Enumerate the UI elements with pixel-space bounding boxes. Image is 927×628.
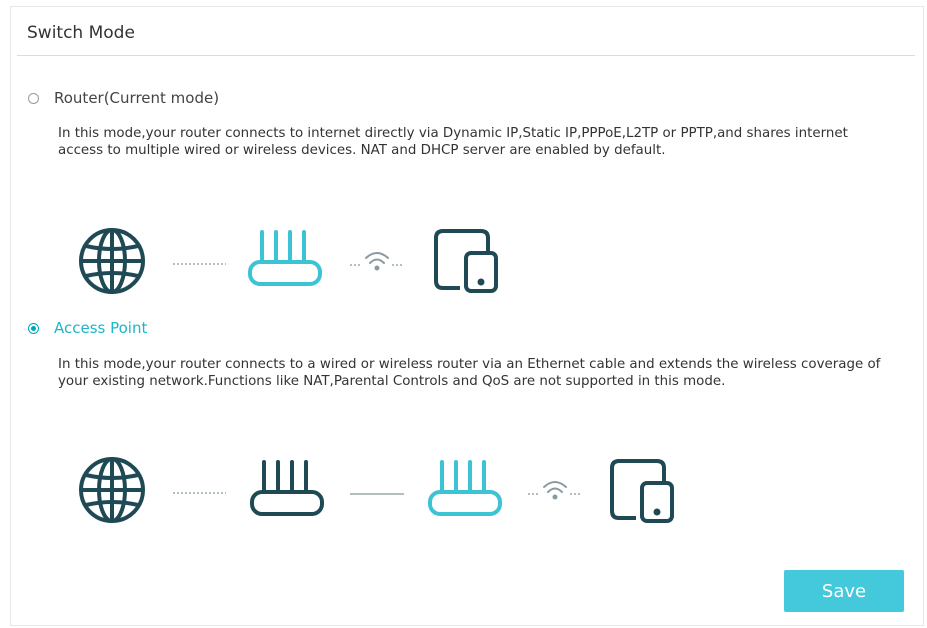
panel-title: Switch Mode <box>27 23 135 43</box>
access-point-radio[interactable] <box>28 322 39 334</box>
access-point-label: Access Point <box>54 319 148 337</box>
router-mode-label: Router(Current mode) <box>54 89 220 107</box>
router-mode-option[interactable]: Router(Current mode) <box>28 89 219 107</box>
access-point-description: In this mode,your router connects to a w… <box>58 357 881 389</box>
radio-selected-dot <box>31 325 36 331</box>
router-mode-description: In this mode,your router connects to int… <box>58 126 848 158</box>
access-point-option[interactable]: Access Point <box>28 319 147 337</box>
router-mode-radio[interactable] <box>28 92 39 104</box>
save-button[interactable]: Save <box>784 570 904 612</box>
title-divider <box>17 55 915 56</box>
